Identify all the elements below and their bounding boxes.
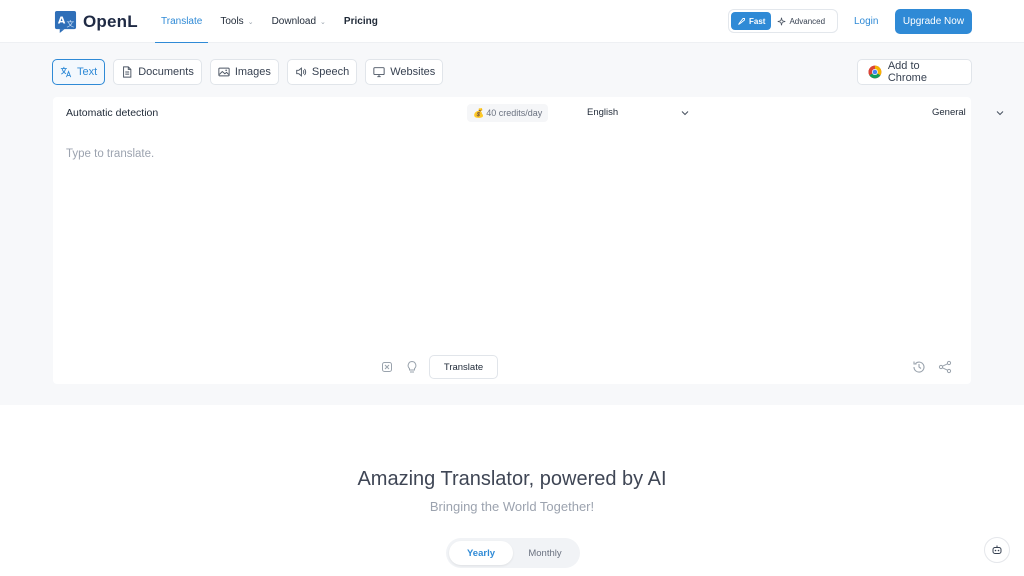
- nav-download-label: Download: [271, 16, 317, 27]
- target-language-label: English: [587, 107, 619, 118]
- tab-speech-label: Speech: [311, 66, 350, 78]
- tab-images-label: Images: [234, 66, 271, 78]
- billing-period-toggle: Yearly Monthly: [446, 538, 580, 568]
- add-to-chrome-button[interactable]: Add to Chrome: [857, 59, 972, 85]
- nav-translate[interactable]: Translate: [155, 0, 209, 44]
- svg-text:文: 文: [66, 18, 74, 28]
- nav-pricing-label: Pricing: [343, 16, 378, 27]
- tab-images[interactable]: Images: [209, 59, 279, 85]
- nav-download[interactable]: Download ⌄: [266, 0, 332, 43]
- chrome-icon: [868, 65, 882, 79]
- top-header: A 文 OpenL Translate Tools ⌄ Download ⌄ Pri…: [0, 0, 1024, 44]
- nav-translate-label: Translate: [161, 16, 203, 27]
- source-language-select[interactable]: Automatic detection: [66, 107, 158, 119]
- logo[interactable]: A 文 OpenL: [54, 10, 138, 33]
- credits-badge: 💰 40 credits/day: [467, 104, 549, 122]
- chevron-down-icon: ⌄: [320, 18, 326, 26]
- tab-websites[interactable]: Websites: [365, 59, 444, 85]
- svg-text:A: A: [58, 15, 66, 26]
- rocket-icon: [738, 17, 745, 25]
- tab-documents-label: Documents: [138, 66, 194, 78]
- advanced-mode-label: Advanced: [789, 16, 826, 26]
- hero-subtitle: Bringing the World Together!: [429, 499, 595, 514]
- translate-icon: [60, 66, 72, 78]
- fast-mode-label: Fast: [749, 16, 766, 26]
- tab-text[interactable]: Text: [52, 59, 106, 85]
- yearly-option[interactable]: Yearly: [449, 541, 513, 565]
- fast-mode-button[interactable]: Fast: [731, 12, 772, 30]
- add-to-chrome-label: Add to Chrome: [887, 60, 927, 84]
- chevron-down-icon: ⌄: [247, 18, 254, 26]
- image-icon: [218, 67, 230, 77]
- input-type-tabs: Text Documents Images Speech Websites: [52, 59, 444, 85]
- language-bar: Automatic detection 💰 40 credits/day Eng…: [53, 97, 1004, 129]
- translate-button[interactable]: Translate: [429, 355, 498, 379]
- nav-tools-label: Tools: [220, 16, 244, 27]
- logo-icon: A 文: [54, 10, 77, 33]
- support-chat-button[interactable]: [984, 537, 1010, 563]
- domain-select[interactable]: General: [932, 107, 1004, 118]
- nav-pricing[interactable]: Pricing: [338, 0, 384, 43]
- nav-tools[interactable]: Tools ⌄: [214, 0, 259, 43]
- share-icon[interactable]: [938, 360, 952, 374]
- tab-text-label: Text: [77, 66, 98, 78]
- chevron-down-icon: [681, 110, 689, 115]
- monitor-icon: [373, 67, 385, 78]
- tab-speech[interactable]: Speech: [286, 59, 358, 85]
- history-icon[interactable]: [912, 360, 926, 374]
- advanced-mode-button[interactable]: Advanced: [771, 12, 831, 30]
- lightbulb-icon[interactable]: [405, 360, 419, 374]
- brand-name: OpenL: [83, 11, 138, 31]
- sparkle-icon: [778, 17, 786, 25]
- credits-label: 40 credits/day: [486, 108, 543, 118]
- domain-label: General: [932, 107, 966, 118]
- main-nav: Translate Tools ⌄ Download ⌄ Pricing: [155, 0, 390, 44]
- target-language-select[interactable]: English: [587, 107, 689, 118]
- upgrade-button[interactable]: Upgrade Now: [895, 9, 972, 34]
- hero-title: Amazing Translator, powered by AI: [357, 468, 667, 490]
- tab-documents[interactable]: Documents: [113, 59, 202, 85]
- tab-websites-label: Websites: [390, 66, 436, 78]
- mode-toggle: Fast Advanced: [728, 9, 838, 33]
- login-link[interactable]: Login: [854, 16, 878, 27]
- monthly-option[interactable]: Monthly: [513, 541, 577, 565]
- speaker-icon: [296, 67, 307, 77]
- money-bag-icon: 💰: [473, 107, 485, 118]
- translator-panel: Automatic detection 💰 40 credits/day Eng…: [53, 97, 1004, 384]
- clear-icon[interactable]: [380, 360, 394, 374]
- robot-icon: [992, 545, 1002, 554]
- chevron-down-icon: [996, 110, 1004, 115]
- source-text-input[interactable]: [66, 148, 946, 338]
- document-icon: [123, 66, 132, 78]
